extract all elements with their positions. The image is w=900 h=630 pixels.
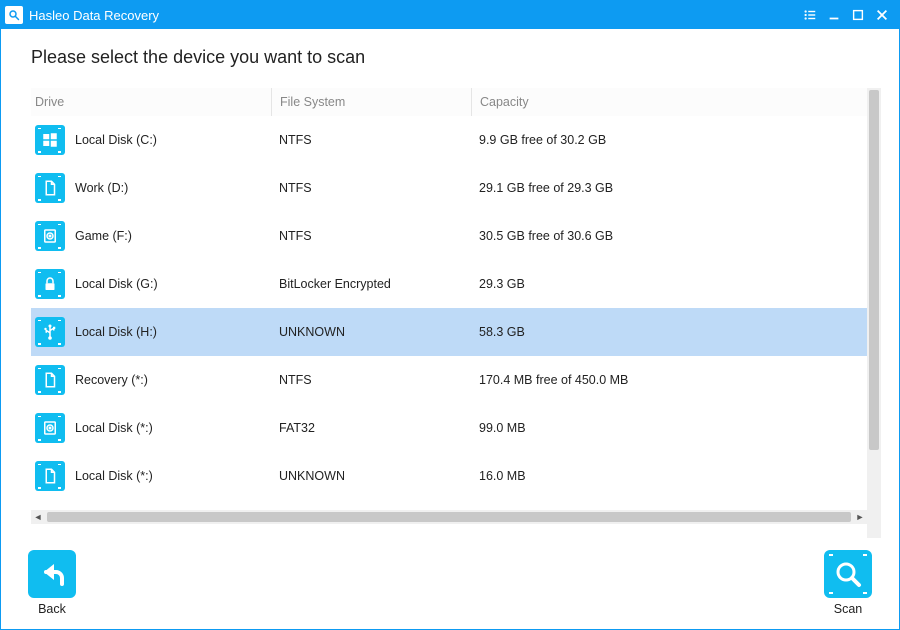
- vertical-scroll-thumb[interactable]: [869, 90, 879, 450]
- drive-name: Local Disk (H:): [75, 325, 157, 339]
- drive-capacity: 16.0 MB: [471, 469, 881, 483]
- drive-row[interactable]: Game (F:) NTFS30.5 GB free of 30.6 GB: [31, 212, 881, 260]
- disk-icon: [35, 221, 65, 251]
- drive-filesystem: FAT32: [271, 421, 471, 435]
- list-view-icon[interactable]: [799, 4, 821, 26]
- minimize-button[interactable]: [823, 4, 845, 26]
- drive-row[interactable]: Local Disk (C:) NTFS9.9 GB free of 30.2 G…: [31, 116, 881, 164]
- drive-row[interactable]: Recovery (*:) NTFS170.4 MB free of 450.0 …: [31, 356, 881, 404]
- drive-name: Local Disk (*:): [75, 421, 153, 435]
- drive-row[interactable]: Local Disk (*:)UNKNOWN128.0 MB: [31, 500, 881, 506]
- file-icon: [35, 461, 65, 491]
- lock-icon: [35, 269, 65, 299]
- app-title: Hasleo Data Recovery: [29, 8, 159, 23]
- drive-row[interactable]: Local Disk (H:) UNKNOWN58.3 GB: [31, 308, 881, 356]
- drive-name: Work (D:): [75, 181, 128, 195]
- disk-icon: [35, 413, 65, 443]
- horizontal-scrollbar[interactable]: ◄ ►: [31, 510, 867, 524]
- drive-name: Local Disk (G:): [75, 277, 158, 291]
- device-table: Drive File System Capacity Local Disk (C…: [31, 88, 881, 538]
- drive-row[interactable]: Local Disk (G:) BitLocker Encrypted29.3 G…: [31, 260, 881, 308]
- scroll-right-arrow[interactable]: ►: [853, 510, 867, 524]
- table-header: Drive File System Capacity: [31, 88, 881, 116]
- app-icon: [5, 6, 23, 24]
- drive-filesystem: UNKNOWN: [271, 469, 471, 483]
- drive-capacity: 30.5 GB free of 30.6 GB: [471, 229, 881, 243]
- vertical-scrollbar[interactable]: [867, 88, 881, 538]
- col-header-drive[interactable]: Drive: [31, 88, 271, 116]
- close-button[interactable]: [871, 4, 893, 26]
- col-header-capacity[interactable]: Capacity: [471, 88, 881, 116]
- scan-label: Scan: [834, 602, 863, 616]
- footer: Back Scan: [0, 545, 900, 630]
- horizontal-scroll-thumb[interactable]: [47, 512, 851, 522]
- drive-capacity: 9.9 GB free of 30.2 GB: [471, 133, 881, 147]
- scan-icon: [824, 550, 872, 598]
- drive-row[interactable]: Local Disk (*:) UNKNOWN16.0 MB: [31, 452, 881, 500]
- scan-button[interactable]: Scan: [824, 550, 872, 616]
- drive-capacity: 99.0 MB: [471, 421, 881, 435]
- col-header-filesystem[interactable]: File System: [271, 88, 471, 116]
- drive-capacity: 29.3 GB: [471, 277, 881, 291]
- back-button[interactable]: Back: [28, 550, 76, 616]
- drive-name: Local Disk (*:): [75, 469, 153, 483]
- drive-filesystem: BitLocker Encrypted: [271, 277, 471, 291]
- back-icon: [28, 550, 76, 598]
- drive-filesystem: NTFS: [271, 229, 471, 243]
- file-icon: [35, 173, 65, 203]
- drive-filesystem: NTFS: [271, 373, 471, 387]
- drive-filesystem: NTFS: [271, 133, 471, 147]
- drive-name: Local Disk (C:): [75, 133, 157, 147]
- titlebar[interactable]: Hasleo Data Recovery: [1, 1, 899, 29]
- drive-filesystem: UNKNOWN: [271, 325, 471, 339]
- drive-name: Game (F:): [75, 229, 132, 243]
- drive-row[interactable]: Work (D:) NTFS29.1 GB free of 29.3 GB: [31, 164, 881, 212]
- file-icon: [35, 365, 65, 395]
- drive-row[interactable]: Local Disk (*:) FAT3299.0 MB: [31, 404, 881, 452]
- drive-capacity: 29.1 GB free of 29.3 GB: [471, 181, 881, 195]
- scroll-left-arrow[interactable]: ◄: [31, 510, 45, 524]
- usb-icon: [35, 317, 65, 347]
- windows-icon: [35, 125, 65, 155]
- page-heading: Please select the device you want to sca…: [31, 47, 881, 68]
- drive-filesystem: NTFS: [271, 181, 471, 195]
- drive-capacity: 170.4 MB free of 450.0 MB: [471, 373, 881, 387]
- drive-capacity: 58.3 GB: [471, 325, 881, 339]
- drive-name: Recovery (*:): [75, 373, 148, 387]
- maximize-button[interactable]: [847, 4, 869, 26]
- back-label: Back: [38, 602, 66, 616]
